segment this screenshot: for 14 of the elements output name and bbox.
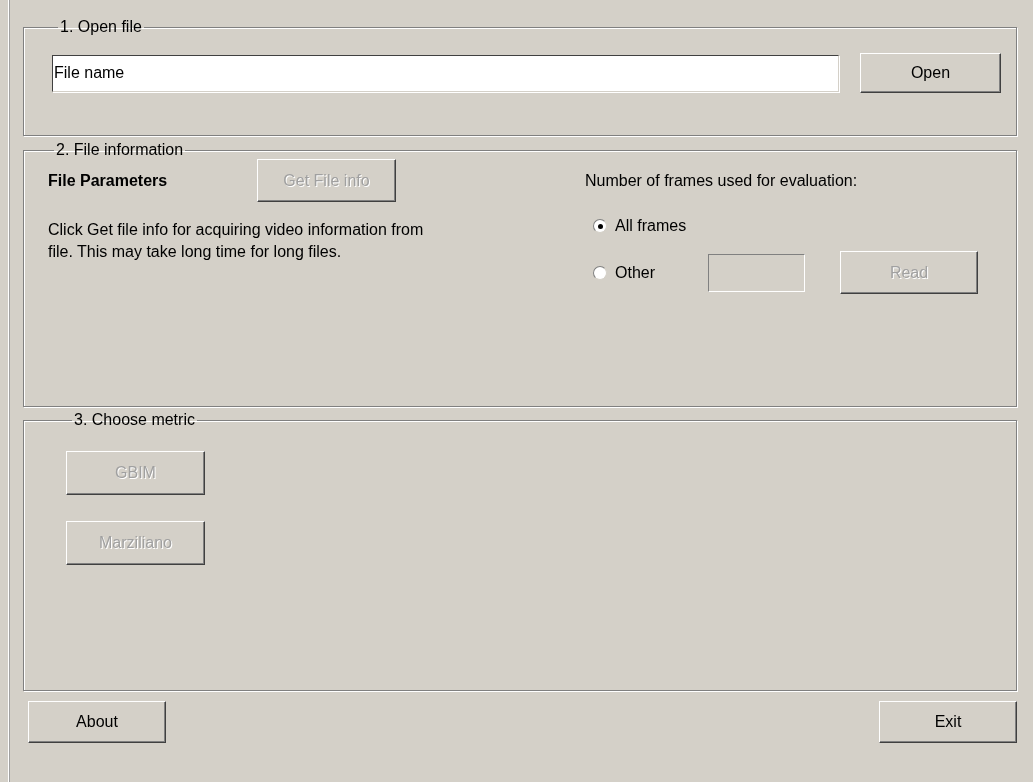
section-title: 2. File information	[55, 141, 185, 159]
open-button[interactable]: Open	[860, 53, 1001, 93]
file-parameters-heading: File Parameters	[48, 170, 169, 191]
exit-button[interactable]: Exit	[879, 701, 1017, 743]
section-title: 1. Open file	[59, 18, 143, 36]
radio-button[interactable]	[593, 219, 607, 233]
about-button[interactable]: About	[28, 701, 166, 743]
frames-label: Number of frames used for evaluation:	[585, 171, 859, 191]
section-title: 3. Choose metric	[73, 411, 196, 429]
radio-label[interactable]: All frames	[615, 214, 708, 238]
radio-button[interactable]	[593, 265, 607, 280]
file-name-field[interactable]: File name	[52, 54, 839, 92]
radio-label[interactable]: Other	[615, 260, 708, 285]
description-text: Click Get file info for acquiring video information from file. This may take long time for long files.	[48, 220, 425, 262]
